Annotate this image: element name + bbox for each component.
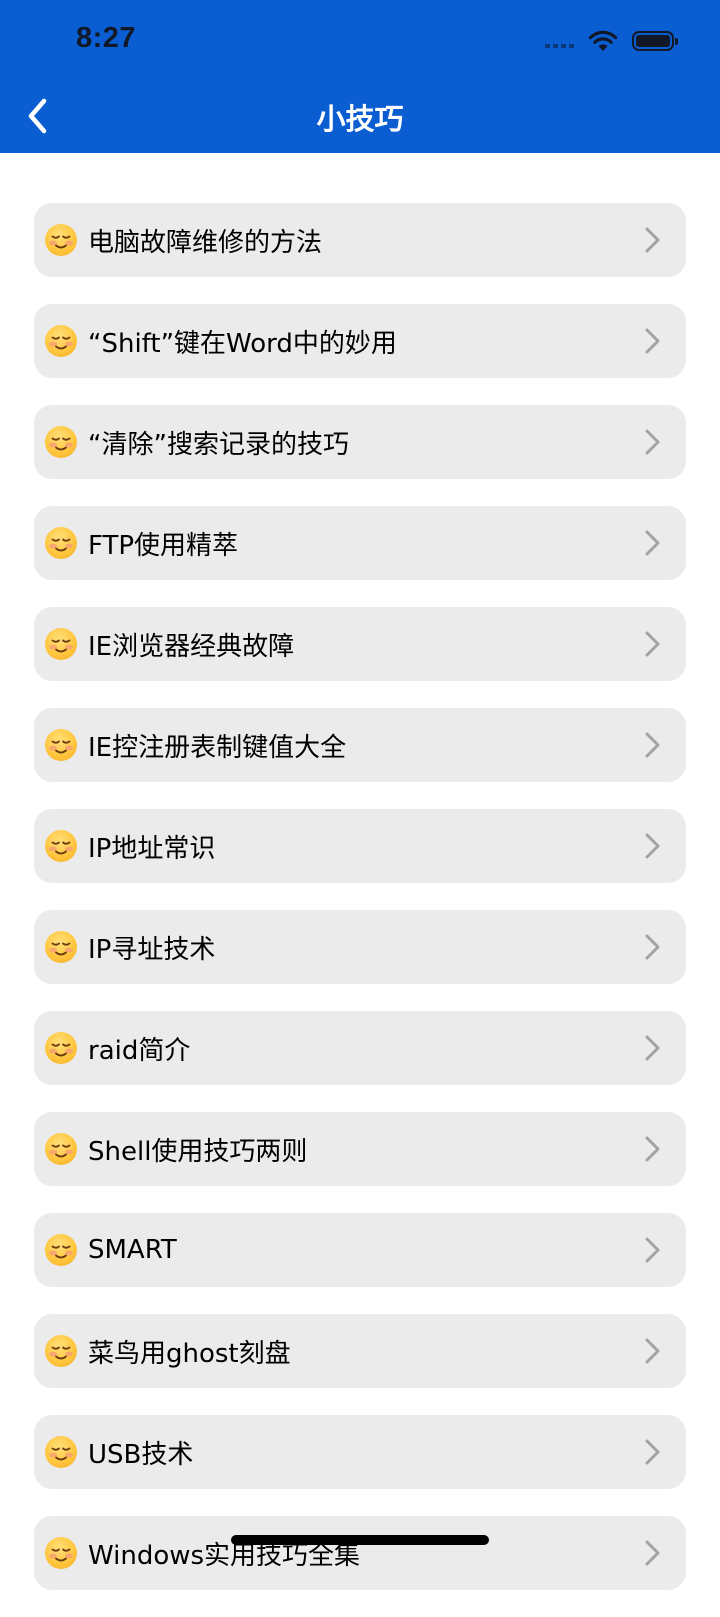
list-item-label: IE控注册表制键值大全 [88,732,347,763]
chevron-right-icon [636,528,666,558]
list-item-label: Shell使用技巧两则 [88,1136,308,1167]
chevron-right-icon [636,1235,666,1265]
cellular-signal-icon [545,34,574,48]
list-item-label: SMART [88,1235,177,1265]
chevron-right-icon [636,629,666,659]
smiling-face-icon [45,1335,77,1367]
list-item[interactable]: FTP使用精萃 [34,506,686,580]
list-item-label: USB技术 [88,1439,194,1470]
smiling-face-icon [45,628,77,660]
smiling-face-icon [45,1133,77,1165]
smiling-face-icon [45,1537,77,1569]
wifi-icon [588,30,618,51]
smiling-face-icon [45,1032,77,1064]
smiling-face-icon [45,931,77,963]
chevron-right-icon [636,1033,666,1063]
list-item[interactable]: USB技术 [34,1415,686,1489]
list-item[interactable]: “清除”搜索记录的技巧 [34,405,686,479]
smiling-face-icon [45,527,77,559]
battery-icon [632,31,678,51]
chevron-right-icon [636,225,666,255]
list-item-label: “清除”搜索记录的技巧 [88,429,349,460]
list-item-label: IP地址常识 [88,833,216,864]
list-item-label: raid简介 [88,1035,191,1066]
list-item[interactable]: Shell使用技巧两则 [34,1112,686,1186]
list-item-label: IP寻址技术 [88,934,216,965]
list-item[interactable]: IE浏览器经典故障 [34,607,686,681]
list-item[interactable]: Windows实用技巧全集 [34,1516,686,1590]
chevron-right-icon [636,1437,666,1467]
list-item[interactable]: “Shift”键在Word中的妙用 [34,304,686,378]
list-item[interactable]: SMART [34,1213,686,1287]
home-indicator[interactable] [231,1535,489,1545]
smiling-face-icon [45,224,77,256]
list-item[interactable]: 菜鸟用ghost刻盘 [34,1314,686,1388]
chevron-right-icon [636,831,666,861]
chevron-right-icon [636,1336,666,1366]
chevron-right-icon [636,932,666,962]
list-item-label: 电脑故障维修的方法 [88,227,323,258]
smiling-face-icon [45,1234,77,1266]
chevron-right-icon [636,1538,666,1568]
list-item-label: FTP使用精萃 [88,530,239,561]
nav-header: 8:27 小技巧 [0,0,720,153]
list-item-label: “Shift”键在Word中的妙用 [88,328,397,359]
list-item[interactable]: raid简介 [34,1011,686,1085]
smiling-face-icon [45,830,77,862]
status-time: 8:27 [76,22,137,54]
smiling-face-icon [45,729,77,761]
chevron-right-icon [636,326,666,356]
chevron-right-icon [636,1134,666,1164]
list-item-label: IE浏览器经典故障 [88,631,295,662]
chevron-right-icon [636,730,666,760]
list-item[interactable]: IP寻址技术 [34,910,686,984]
page-title: 小技巧 [316,102,404,136]
list-item[interactable]: 电脑故障维修的方法 [34,203,686,277]
chevron-right-icon [636,427,666,457]
tips-list: 电脑故障维修的方法 “Shift”键在Word中的妙用 “清除”搜索记录的技巧 FTP… [34,203,686,1617]
smiling-face-icon [45,1436,77,1468]
status-indicators [545,26,678,56]
list-item[interactable]: IP地址常识 [34,809,686,883]
list-item-label: 菜鸟用ghost刻盘 [88,1338,291,1369]
smiling-face-icon [45,325,77,357]
smiling-face-icon [45,426,77,458]
list-item[interactable]: IE控注册表制键值大全 [34,708,686,782]
